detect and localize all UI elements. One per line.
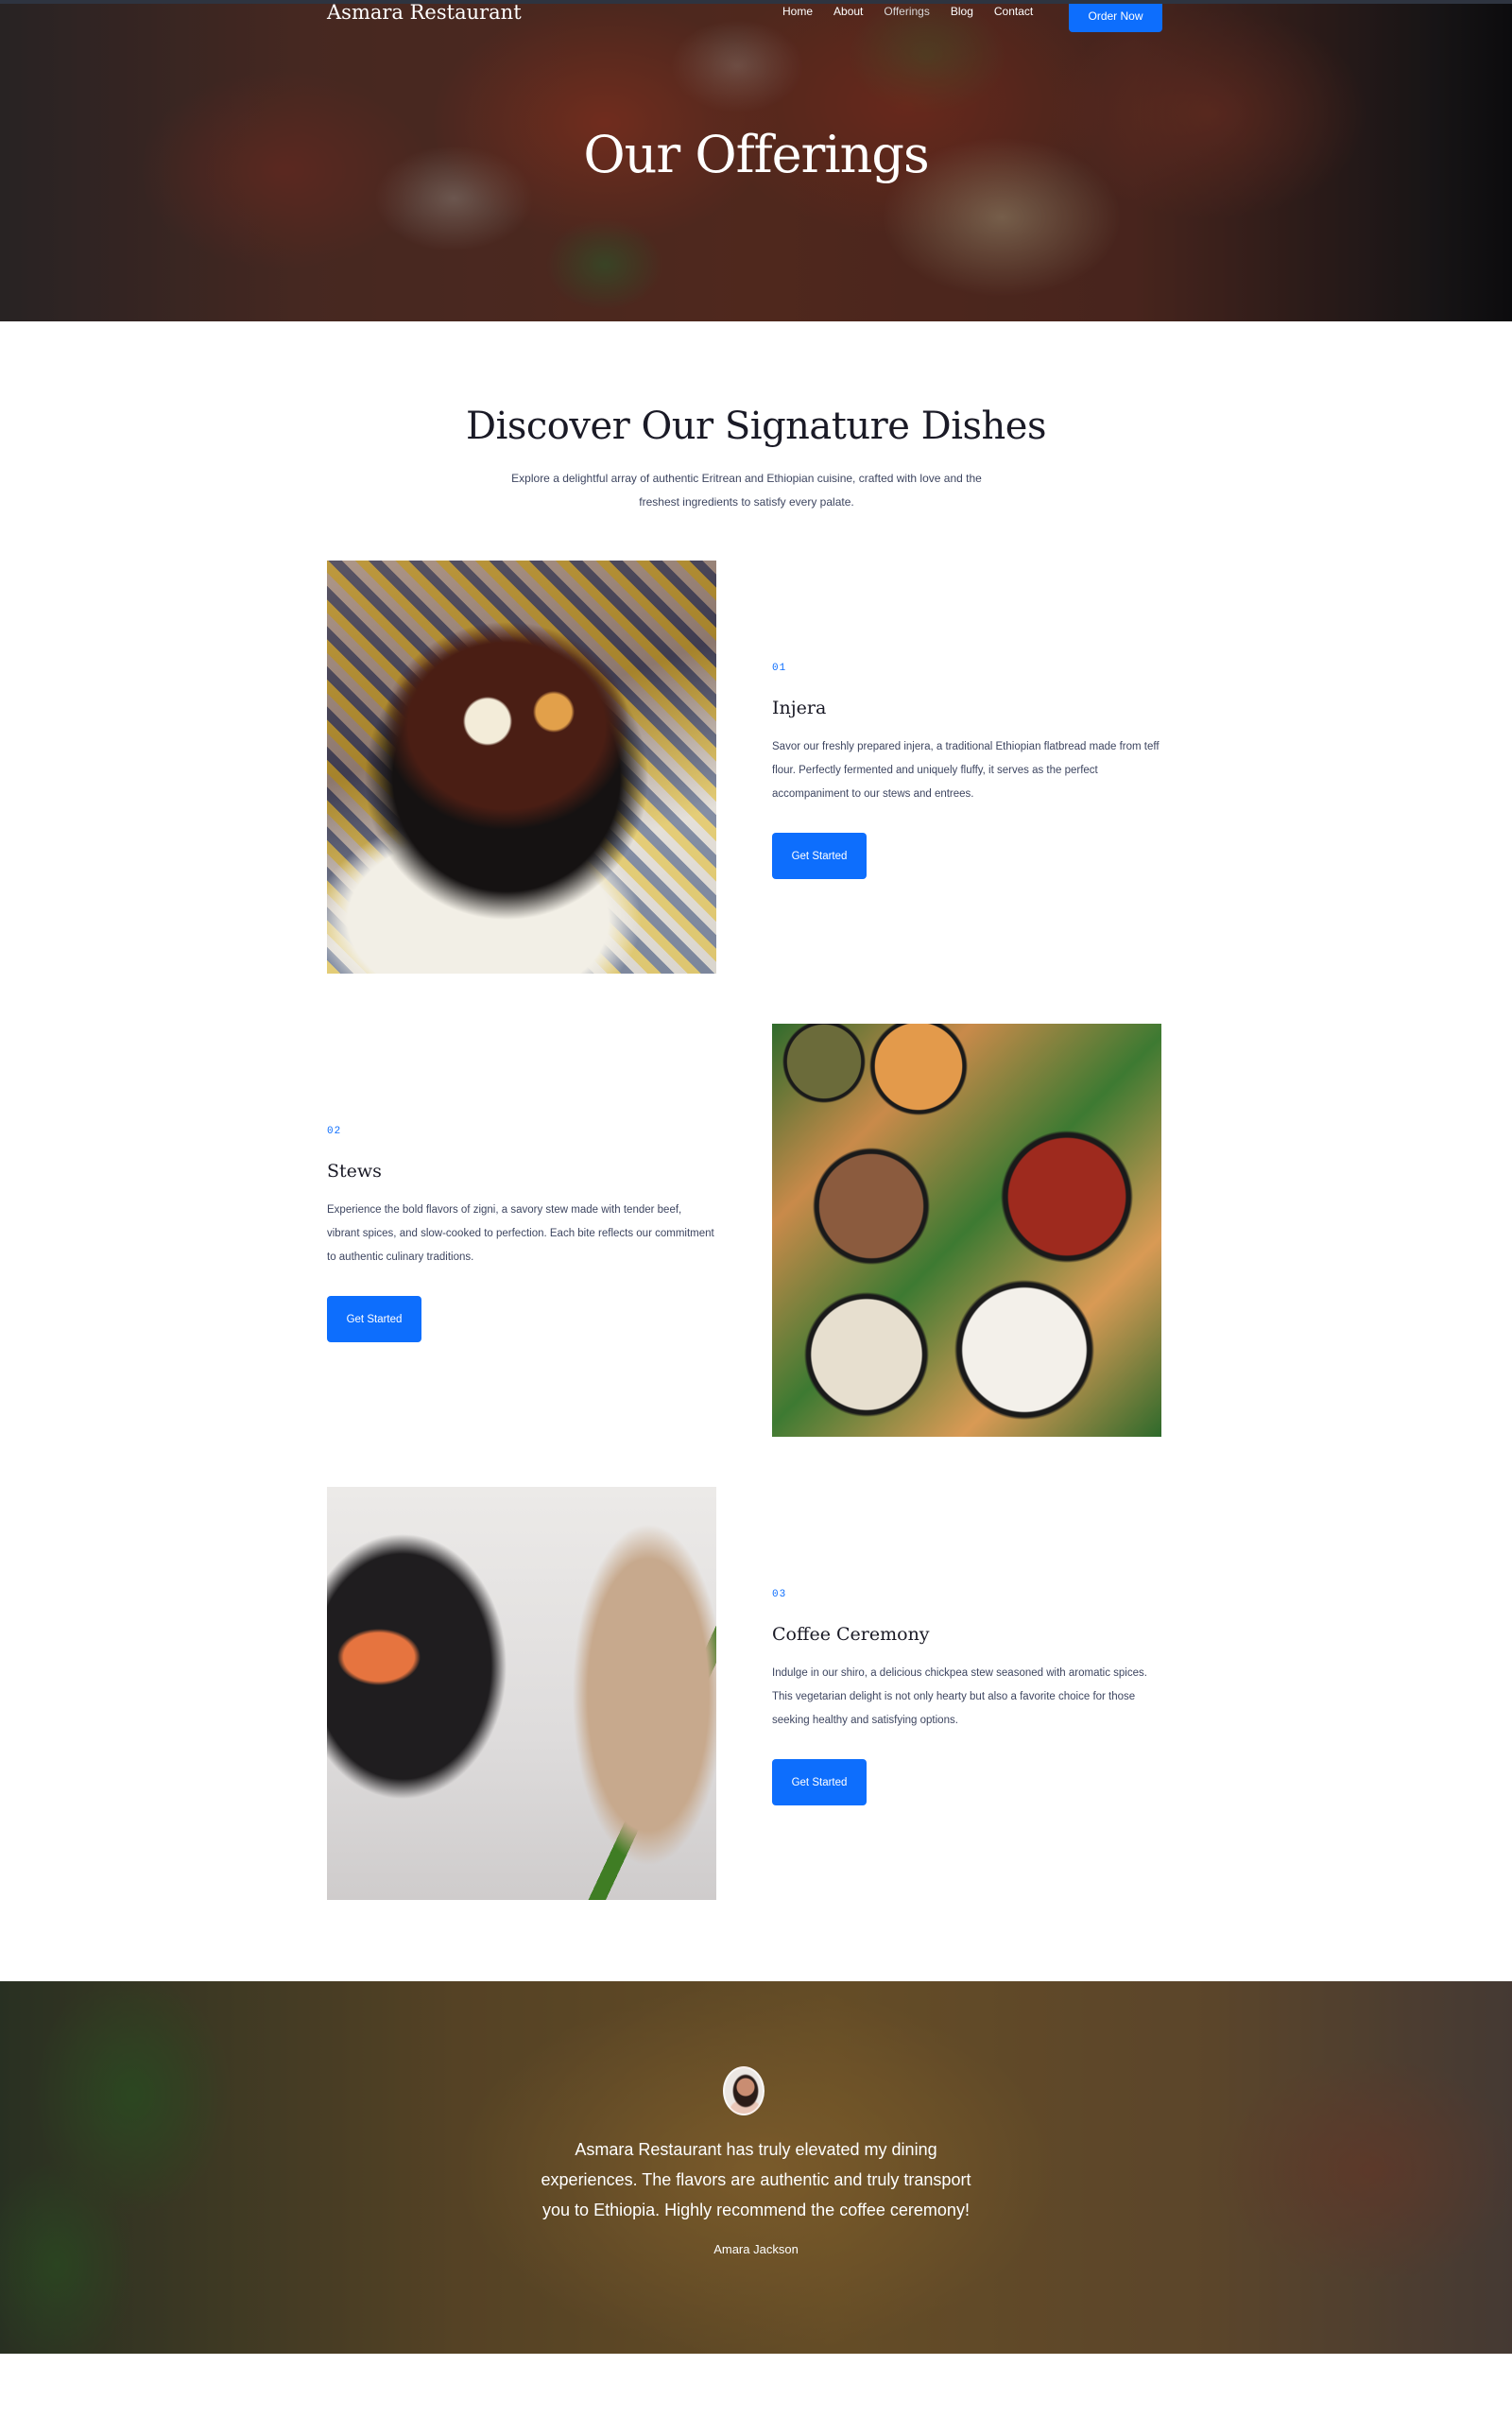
main-nav: Home About Offerings Blog Contact (782, 4, 1054, 19)
dish-item-coffee-ceremony: 03 Coffee Ceremony Indulge in our shiro,… (772, 1588, 1161, 1805)
topbar-divider (0, 0, 1512, 4)
nav-about[interactable]: About (833, 4, 863, 19)
dish-number: 03 (772, 1589, 787, 1600)
dish-name: Stews (327, 1161, 382, 1182)
dish-description: Experience the bold flavors of zigni, a … (327, 1204, 714, 1263)
dish-description: Savor our freshly prepared injera, a tra… (772, 741, 1160, 800)
testimonial-section: Asmara Restaurant has truly elevated my … (0, 1981, 1512, 2354)
order-now-button[interactable]: Order Now (1069, 0, 1162, 32)
dish-description: Indulge in our shiro, a delicious chickp… (772, 1667, 1147, 1726)
stews-dish-image (772, 1024, 1161, 1437)
section-title: Discover Our Signature Dishes (466, 405, 1046, 448)
dish-name: Injera (772, 698, 827, 718)
dish-number: 02 (327, 1126, 342, 1137)
dish-item-injera: 01 Injera Savor our freshly prepared inj… (772, 662, 1161, 879)
testimonial-author: Amara Jackson (713, 2242, 799, 2256)
nav-offerings[interactable]: Offerings (884, 4, 929, 19)
injera-dish-image (327, 561, 716, 974)
nav-blog[interactable]: Blog (951, 4, 973, 19)
dish-item-stews: 02 Stews Experience the bold flavors of … (327, 1125, 716, 1342)
get-started-button[interactable]: Get Started (772, 833, 867, 879)
hero-banner: Asmara Restaurant Home About Offerings B… (0, 0, 1512, 321)
coffee-ceremony-dish-image (327, 1487, 716, 1900)
nav-contact[interactable]: Contact (994, 4, 1033, 19)
section-subtitle: Explore a delightful array of authentic … (511, 472, 982, 509)
get-started-button[interactable]: Get Started (327, 1296, 421, 1342)
avatar (723, 2066, 765, 2115)
dish-name: Coffee Ceremony (772, 1624, 930, 1645)
testimonial-quote: Asmara Restaurant has truly elevated my … (541, 2140, 971, 2219)
dish-number: 01 (772, 663, 787, 674)
nav-home[interactable]: Home (782, 4, 813, 19)
page-title: Our Offerings (583, 125, 929, 184)
get-started-button[interactable]: Get Started (772, 1759, 867, 1805)
